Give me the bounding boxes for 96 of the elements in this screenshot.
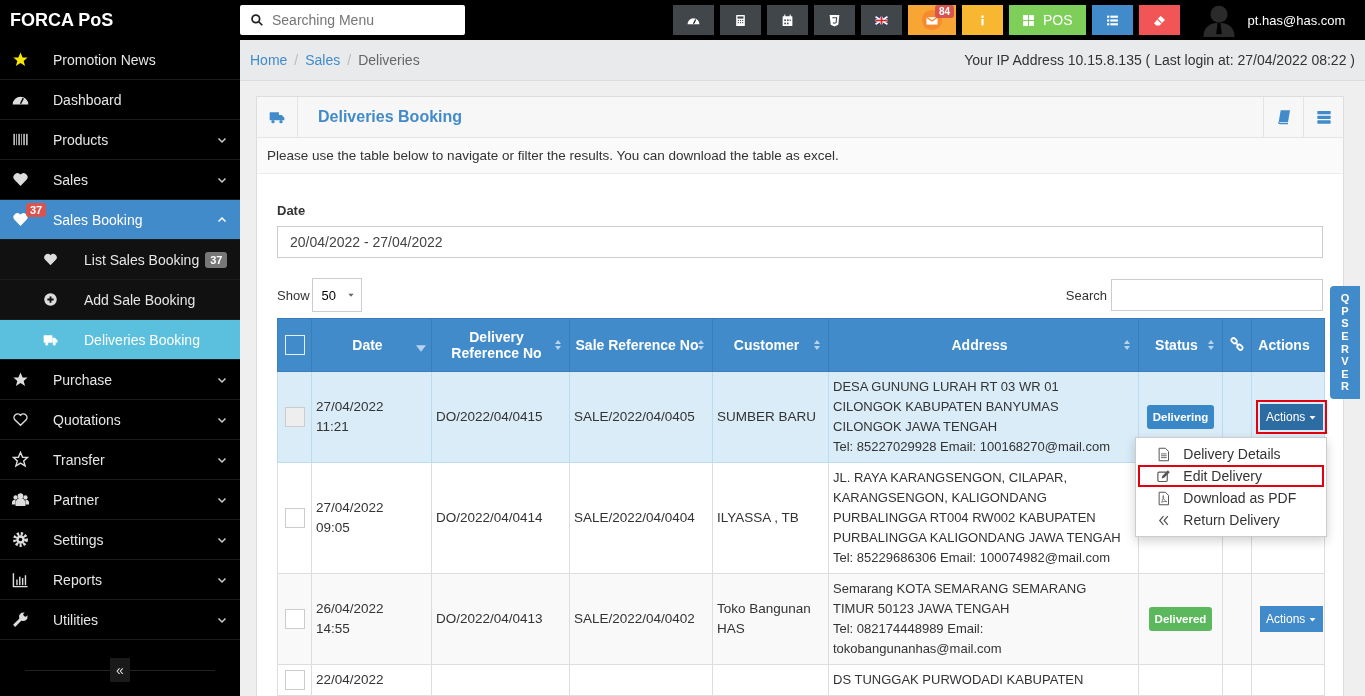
- sidebar-item[interactable]: 37 Sales Booking: [0, 200, 240, 240]
- calculator-icon: [734, 13, 747, 27]
- table-cell: Toko Bangunan HAS: [712, 573, 829, 665]
- table-cell: DESA GUNUNG LURAH RT 03 WR 01 CILONGOK KABUPATEN BANYUMAS CILONGOK JAWA TENGAH Tel: 85227029928 Email: 100168270@mail.com: [828, 371, 1139, 463]
- row-checkbox[interactable]: [284, 670, 305, 690]
- gear-icon: [12, 531, 29, 548]
- row-checkbox[interactable]: [284, 609, 305, 629]
- toolbar-button[interactable]: [767, 5, 808, 35]
- count-badge: 37: [205, 251, 228, 268]
- user-email[interactable]: pt.has@has.com: [1247, 12, 1346, 28]
- side-tab[interactable]: QP SERVER: [1330, 286, 1360, 400]
- table-cell: 26/04/2022 14:55: [311, 573, 432, 665]
- table-cell: SALE/2022/04/0402: [569, 573, 713, 665]
- login-info: Your IP Address 10.15.8.135 ( Last login at: 27/04/2022 08:22 ): [964, 52, 1355, 68]
- notification-badge: 84: [934, 5, 954, 18]
- table-cell: 27/04/2022 09:05: [311, 462, 432, 574]
- search-icon: [250, 13, 264, 27]
- status-badge: Delivered: [1148, 607, 1213, 631]
- column-header[interactable]: Status: [1138, 318, 1223, 372]
- row-checkbox[interactable]: [284, 508, 305, 528]
- table-cell: DO/2022/04/0415: [431, 371, 570, 463]
- app-logo: FORCA PoS: [9, 9, 115, 31]
- column-header[interactable]: Actions: [1251, 318, 1325, 372]
- table-cell: 22/04/2022: [311, 664, 432, 696]
- toolbar-button[interactable]: [720, 5, 761, 35]
- column-header[interactable]: Date: [311, 318, 432, 372]
- search-label: Search: [1065, 287, 1107, 303]
- star-icon: [12, 371, 29, 388]
- sidebar-subitem[interactable]: Add Sale Booking: [0, 280, 240, 320]
- search-field[interactable]: Searching Menu: [240, 5, 465, 35]
- column-header[interactable]: Customer: [712, 318, 829, 372]
- collapse-sidebar-button[interactable]: «: [110, 658, 130, 682]
- plus-circle-icon: [43, 292, 58, 307]
- star-outline-icon: [12, 451, 29, 468]
- breadcrumb-separator: /: [347, 52, 352, 68]
- table-cell: DO/2022/04/0413: [431, 573, 570, 665]
- toolbar-button[interactable]: [1091, 5, 1133, 35]
- panel-title: Deliveries Booking: [317, 108, 464, 126]
- breadcrumb-item[interactable]: Deliveries: [358, 52, 420, 68]
- select-all-checkbox[interactable]: [284, 335, 305, 355]
- stacked-bars-icon: [1315, 109, 1332, 125]
- truck-icon: [43, 332, 58, 347]
- show-label: Show: [277, 287, 310, 303]
- edit-icon: [1156, 468, 1172, 484]
- toolbar-button[interactable]: 84: [908, 5, 956, 35]
- book-icon: [1275, 109, 1292, 125]
- truck-icon: [269, 109, 285, 125]
- document-icon: [1156, 446, 1172, 462]
- table-cell: DO/2022/04/0414: [431, 462, 570, 574]
- table-cell: ILYASSA , TB: [712, 462, 829, 574]
- column-header[interactable]: Address: [828, 318, 1139, 372]
- users-icon: [12, 491, 29, 508]
- sidebar-item[interactable]: Partner: [0, 480, 240, 520]
- count-badge: 37: [26, 203, 47, 217]
- sidebar-item[interactable]: Settings: [0, 520, 240, 560]
- heart-icon: [12, 171, 29, 188]
- table-cell: DS TUNGGAK PURWODADI KABUPATEN: [828, 664, 1139, 696]
- toolbar-button[interactable]: [673, 5, 714, 35]
- page-size-select[interactable]: 50: [311, 278, 362, 312]
- eraser-icon: [1152, 13, 1166, 27]
- toolbar-button[interactable]: [1138, 5, 1180, 35]
- intro-text: Please use the table below to navigate or filter the results. You can download the table as excel.: [257, 138, 1343, 174]
- table-cell: SALE/2022/04/0404: [569, 462, 713, 574]
- date-range-field[interactable]: 20/04/2022 - 27/04/2022: [277, 226, 1323, 258]
- grid-icon: [1022, 13, 1035, 27]
- menu-item[interactable]: Edit Delivery: [1138, 465, 1325, 487]
- heart-outline-icon: [12, 411, 29, 428]
- barcode-icon: [12, 131, 29, 148]
- actions-dropdown-button[interactable]: Actions: [1260, 404, 1324, 430]
- table-cell: Semarang KOTA SEMARANG SEMARANG TIMUR 50123 JAWA TENGAH Tel: 082174448989 Email: tokobangunanhas@mail.com: [828, 573, 1139, 665]
- table-cell: 27/04/2022 11:21: [311, 371, 432, 463]
- list-icon: [1105, 13, 1119, 27]
- date-label: Date: [277, 203, 306, 218]
- actions-dropdown-button[interactable]: Actions: [1260, 606, 1324, 632]
- calendar-icon: [781, 13, 794, 27]
- shield-icon: [828, 13, 841, 27]
- star-icon: [12, 51, 29, 68]
- row-checkbox[interactable]: [284, 407, 305, 427]
- table-cell: SALE/2022/04/0405: [569, 371, 713, 463]
- caret-icon: [346, 291, 355, 299]
- wrench-icon: [12, 611, 29, 628]
- pdf-file-icon: [1156, 490, 1172, 506]
- flag-icon: [875, 13, 888, 27]
- heart-icon: [12, 211, 29, 228]
- status-badge: Delivering: [1146, 405, 1215, 429]
- bar-chart-icon: [12, 571, 29, 588]
- column-header[interactable]: Sale Reference No: [569, 318, 713, 372]
- sidebar-item[interactable]: Products: [0, 120, 240, 160]
- toolbar-button[interactable]: [814, 5, 855, 35]
- heart-icon: [43, 252, 58, 267]
- link-icon: [1230, 336, 1244, 351]
- column-header[interactable]: Delivery Reference No: [431, 318, 570, 372]
- table-cell: SUMBER BARU: [712, 371, 829, 463]
- table-search-field[interactable]: [1111, 279, 1323, 311]
- breadcrumb-separator: /: [294, 52, 299, 68]
- sidebar-subitem[interactable]: List Sales Booking 37: [0, 240, 240, 280]
